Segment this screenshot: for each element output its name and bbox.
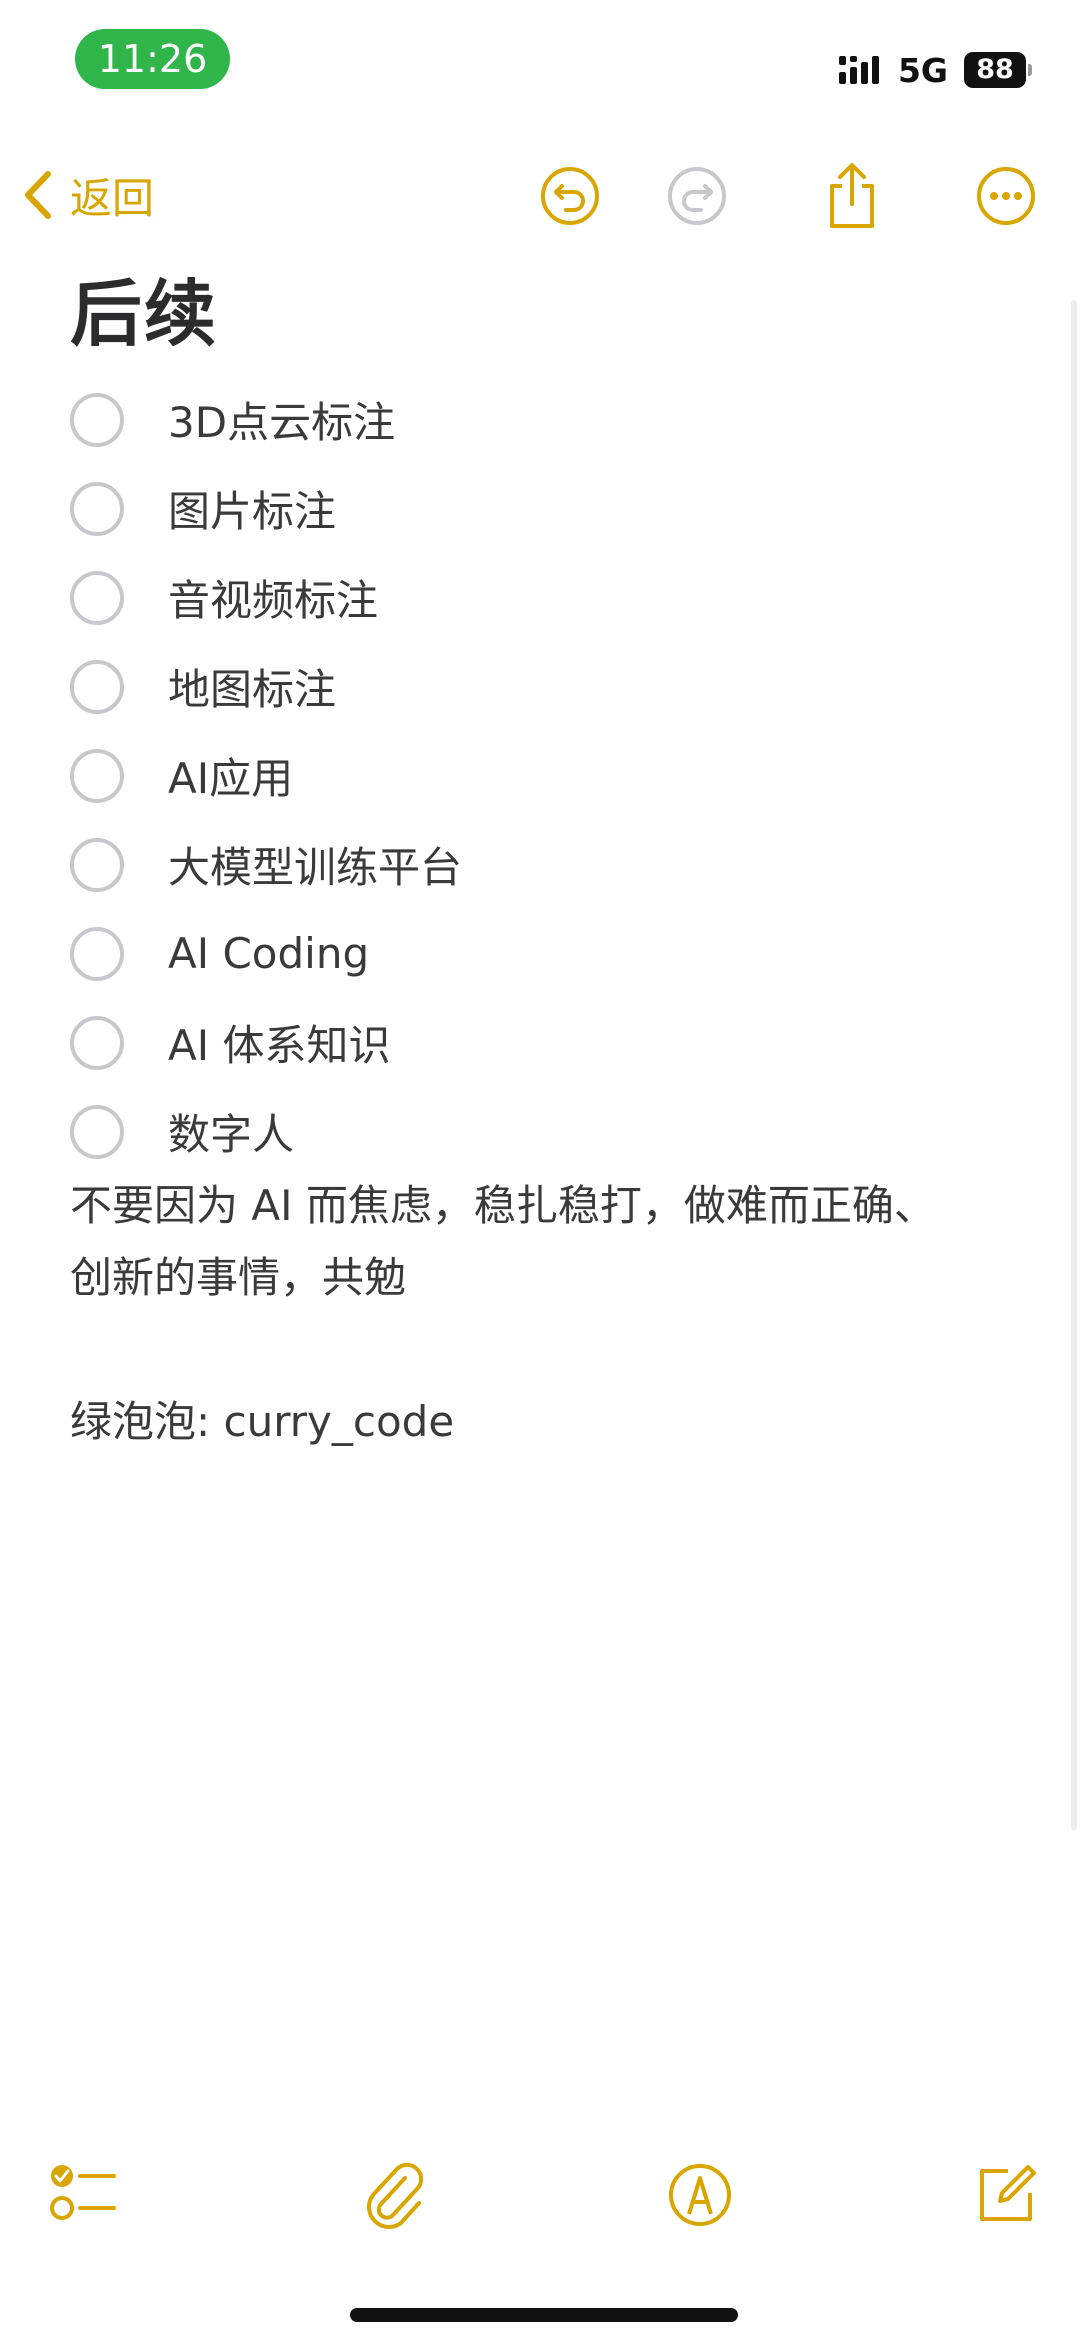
nav-bar: 返回: [0, 150, 1080, 240]
chevron-left-icon: [25, 171, 51, 219]
more-icon: [977, 167, 1035, 225]
attachment-button[interactable]: [354, 2155, 434, 2235]
checkbox-circle[interactable]: [70, 659, 124, 714]
undo-button[interactable]: [534, 160, 606, 232]
checkbox-circle[interactable]: [70, 1015, 124, 1070]
checklist-item[interactable]: 3D点云标注: [70, 375, 462, 464]
bottom-toolbar: [0, 2155, 1080, 2235]
scroll-indicator[interactable]: [1071, 300, 1077, 1830]
share-button[interactable]: [816, 160, 888, 232]
checklist-item-label: AI 体系知识: [168, 1021, 391, 1070]
note-title[interactable]: 后续: [70, 255, 218, 360]
battery-icon: 88: [964, 52, 1032, 88]
battery-tip: [1028, 64, 1032, 76]
checkbox-circle[interactable]: [70, 570, 124, 625]
back-button[interactable]: 返回: [22, 160, 154, 230]
checkbox-circle[interactable]: [70, 1104, 124, 1159]
redo-button[interactable]: [661, 160, 733, 232]
paperclip-icon: [367, 2162, 424, 2229]
checklist-item[interactable]: 数字人: [70, 1087, 462, 1176]
markup-icon: [669, 2164, 731, 2226]
compose-icon: [980, 2165, 1036, 2221]
checklist-item-label: 图片标注: [168, 487, 337, 536]
checklist-item-label: 数字人: [168, 1110, 295, 1159]
undo-icon: [541, 167, 599, 225]
checklist-item-label: 大模型训练平台: [168, 843, 463, 892]
checkbox-circle[interactable]: [70, 837, 124, 892]
checkbox-circle[interactable]: [70, 392, 124, 447]
checklist-item-label: AI Coding: [168, 929, 370, 978]
checkbox-circle[interactable]: [70, 748, 124, 803]
back-label: 返回: [70, 173, 155, 223]
checklist-item[interactable]: 大模型训练平台: [70, 820, 462, 909]
checklist-item[interactable]: AI 体系知识: [70, 998, 462, 1087]
more-button[interactable]: [970, 160, 1042, 232]
checklist-item[interactable]: 地图标注: [70, 642, 462, 731]
notes-screen: 11:26 5G 88 返回 后续 3D点云标注 图片标注 音视频标注 地图标注…: [0, 0, 1080, 2337]
checklist-item[interactable]: AI应用: [70, 731, 462, 820]
checklist-item-label: 3D点云标注: [168, 398, 396, 447]
share-icon: [830, 163, 874, 228]
cellular-signal-icon: [838, 56, 879, 84]
checklist-item-label: 音视频标注: [168, 576, 379, 625]
note-paragraph-line: 不要因为 AI 而焦虑，稳扎稳打，做难而正确、: [70, 1181, 936, 1230]
checkbox-circle[interactable]: [70, 481, 124, 536]
checklist-button[interactable]: [44, 2155, 124, 2235]
battery-level: 88: [964, 52, 1026, 88]
network-type: 5G: [897, 50, 948, 90]
note-contact-line: 绿泡泡: curry_code: [70, 1397, 455, 1446]
checklist: 3D点云标注 图片标注 音视频标注 地图标注 AI应用 大模型训练平台 AI C…: [70, 375, 462, 1176]
note-paragraph-line: 创新的事情，共勉: [70, 1253, 407, 1302]
checklist-icon: [50, 2165, 116, 2220]
redo-icon: [668, 167, 726, 225]
compose-button[interactable]: [966, 2155, 1046, 2235]
checkbox-circle[interactable]: [70, 926, 124, 981]
status-time: 11:26: [75, 29, 230, 89]
home-indicator[interactable]: [350, 2308, 738, 2322]
markup-button[interactable]: [660, 2155, 740, 2235]
checklist-item-label: AI应用: [168, 754, 294, 803]
checklist-item[interactable]: 图片标注: [70, 464, 462, 553]
status-indicators: 5G 88: [838, 50, 1032, 90]
note-body[interactable]: 不要因为 AI 而焦虑，稳扎稳打，做难而正确、 创新的事情，共勉 绿泡泡: cu…: [70, 1170, 1020, 1458]
checklist-item[interactable]: 音视频标注: [70, 553, 462, 642]
checklist-item[interactable]: AI Coding: [70, 909, 462, 998]
checklist-item-label: 地图标注: [168, 665, 337, 714]
